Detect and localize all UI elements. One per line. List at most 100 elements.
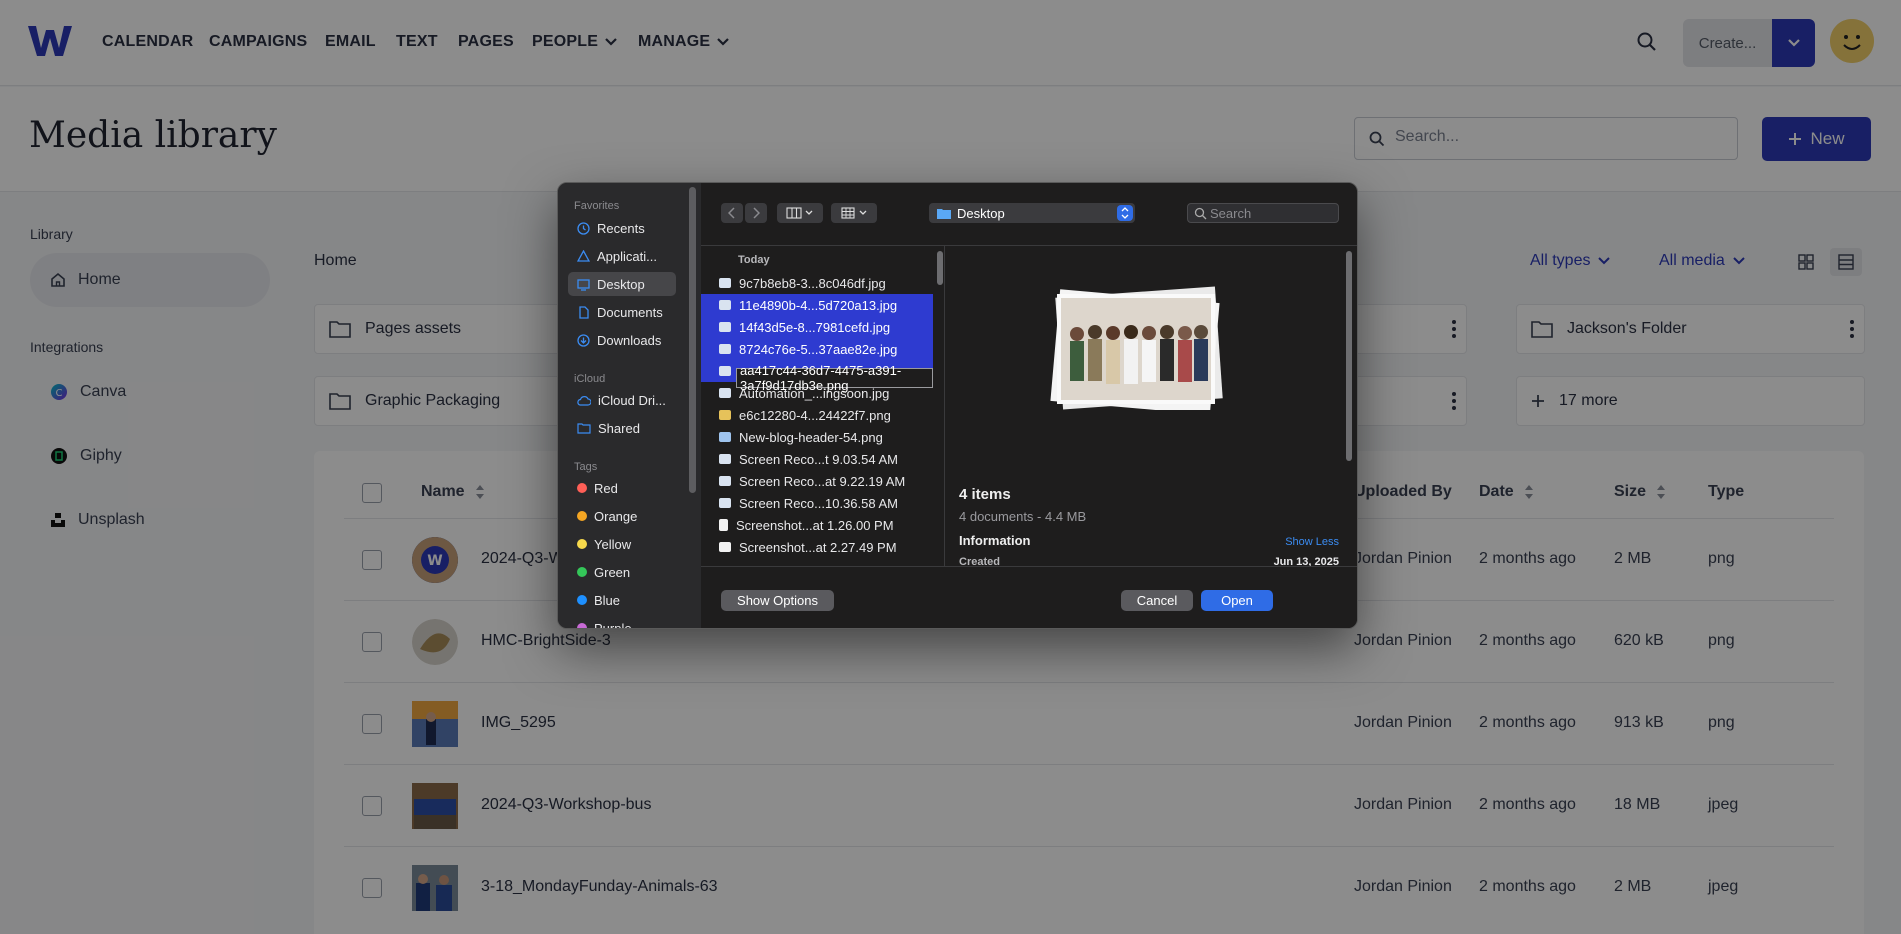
dialog-main: Desktop Today 9c7b8eb8-3...8c046df.jpg 1… [701, 183, 1357, 628]
grid-view-icon [841, 207, 867, 219]
applications-icon [577, 249, 590, 262]
file-list-heading: Today [738, 254, 770, 266]
tag-label: Blue [594, 592, 621, 608]
preview-item-count: 4 items [959, 486, 1011, 503]
desktop-icon [577, 278, 590, 291]
video-file-icon [719, 476, 731, 486]
file-name: e6c12280-4...24422f7.png [739, 407, 891, 423]
location-label: Desktop [957, 205, 1005, 221]
list-item[interactable]: e6c12280-4...24422f7.png [701, 404, 933, 426]
rename-field[interactable]: aa417c44-36d7-4475-a391-3a7f9d17db3e.png [736, 363, 933, 393]
column-separator[interactable] [944, 246, 945, 566]
file-name: 8724c76e-5...37aae82e.jpg [739, 341, 898, 357]
image-file-icon [719, 410, 731, 420]
tags-heading: Tags [574, 461, 598, 473]
file-name: 9c7b8eb8-3...8c046df.jpg [739, 275, 886, 291]
file-list-scrollbar[interactable] [937, 251, 943, 285]
tag-color-dot [577, 511, 587, 521]
tag-label: Yellow [594, 536, 632, 552]
file-list: Today 9c7b8eb8-3...8c046df.jpg 11e4890b-… [701, 246, 933, 566]
sidebar-item-shared-label: Shared [598, 420, 640, 436]
sidebar-item-applications-label: Applicati... [597, 248, 657, 264]
sidebar-item-downloads-label: Downloads [597, 332, 662, 348]
columns-view-icon [786, 207, 813, 219]
file-name: Screen Reco...at 9.22.19 AM [739, 473, 906, 489]
updown-chevron-icon [1117, 205, 1133, 221]
list-item[interactable]: Screen Reco...10.36.58 AM [701, 492, 933, 514]
show-options-label: Show Options [737, 593, 818, 608]
footer-divider [701, 566, 1357, 567]
list-item[interactable]: Screenshot...at 1.26.00 PM [701, 514, 933, 536]
document-icon [579, 305, 589, 319]
tag-red[interactable]: Red [568, 476, 676, 500]
file-name: 14f43d5e-8...7981cefd.jpg [739, 319, 891, 335]
tag-color-dot [577, 567, 587, 577]
preview-info-heading: Information [959, 533, 1031, 548]
back-button[interactable] [721, 203, 743, 223]
list-item[interactable]: 14f43d5e-8...7981cefd.jpg [701, 316, 933, 338]
cloud-icon [577, 395, 591, 406]
tag-yellow[interactable]: Yellow [568, 532, 676, 556]
image-file-icon [719, 300, 731, 310]
list-item[interactable]: 11e4890b-4...5d720a13.jpg [701, 294, 933, 316]
sidebar-item-documents[interactable]: Documents [568, 300, 676, 324]
sidebar-item-recents[interactable]: Recents [568, 216, 676, 240]
image-file-icon [719, 278, 731, 288]
list-item[interactable]: Screen Reco...t 9.03.54 AM [701, 448, 933, 470]
location-dropdown[interactable]: Desktop [929, 203, 1135, 223]
preview-image-stack [1050, 286, 1223, 410]
search-icon [1194, 207, 1207, 220]
dialog-search-box[interactable] [1187, 203, 1339, 223]
list-item[interactable]: Screenshot...at 2.27.49 PM [701, 536, 933, 558]
list-item[interactable]: 8724c76e-5...37aae82e.jpg [701, 338, 933, 360]
image-file-icon [719, 344, 731, 354]
forward-button[interactable] [745, 203, 767, 223]
tag-color-dot [577, 483, 587, 493]
tag-purple[interactable]: Purple [568, 616, 676, 628]
dialog-sidebar: Favorites Recents Applicati... Desktop D… [558, 183, 701, 628]
show-options-button[interactable]: Show Options [721, 590, 834, 611]
video-file-icon [719, 454, 731, 464]
document-file-icon [719, 519, 728, 531]
view-columns-button[interactable] [777, 203, 823, 223]
sidebar-scrollbar[interactable] [689, 187, 696, 493]
sidebar-item-applications[interactable]: Applicati... [568, 244, 676, 268]
file-name: New-blog-header-54.png [739, 429, 883, 445]
open-label: Open [1221, 593, 1253, 608]
open-button[interactable]: Open [1201, 590, 1273, 611]
sidebar-item-shared[interactable]: Shared [568, 416, 676, 440]
icloud-heading: iCloud [574, 373, 606, 385]
shared-folder-icon [577, 423, 591, 434]
favorites-heading: Favorites [574, 200, 620, 212]
sidebar-item-desktop[interactable]: Desktop [568, 272, 676, 296]
sidebar-item-downloads[interactable]: Downloads [568, 328, 676, 352]
list-item[interactable]: New-blog-header-54.png [701, 426, 933, 448]
cancel-button[interactable]: Cancel [1121, 590, 1193, 611]
file-open-dialog: Favorites Recents Applicati... Desktop D… [557, 182, 1358, 629]
list-item[interactable]: Screen Reco...at 9.22.19 AM [701, 470, 933, 492]
image-file-icon [719, 366, 731, 376]
sidebar-item-icloud-drive-label: iCloud Dri... [598, 392, 666, 408]
dialog-search-input[interactable] [1210, 206, 1330, 221]
tag-color-dot [577, 539, 587, 549]
file-name: Screen Reco...t 9.03.54 AM [739, 451, 898, 467]
tag-blue[interactable]: Blue [568, 588, 676, 612]
list-item[interactable]: 9c7b8eb8-3...8c046df.jpg [701, 272, 933, 294]
tag-orange[interactable]: Orange [568, 504, 676, 528]
tag-label: Green [594, 564, 631, 580]
sidebar-item-icloud-drive[interactable]: iCloud Dri... [568, 388, 676, 412]
tag-green[interactable]: Green [568, 560, 676, 584]
group-view-button[interactable] [831, 203, 877, 223]
file-name: 11e4890b-4...5d720a13.jpg [739, 297, 898, 313]
folder-icon [937, 208, 951, 219]
file-name: Screenshot...at 1.26.00 PM [736, 517, 894, 533]
preview-scrollbar[interactable] [1346, 251, 1352, 461]
preview-summary: 4 documents - 4.4 MB [959, 509, 1087, 524]
image-file-icon [719, 388, 731, 398]
download-icon [577, 333, 590, 347]
show-less-link[interactable]: Show Less [1285, 536, 1339, 548]
cancel-label: Cancel [1136, 593, 1178, 608]
sidebar-item-desktop-label: Desktop [597, 276, 645, 292]
image-file-icon [719, 322, 731, 332]
chevron-left-icon [728, 207, 735, 219]
